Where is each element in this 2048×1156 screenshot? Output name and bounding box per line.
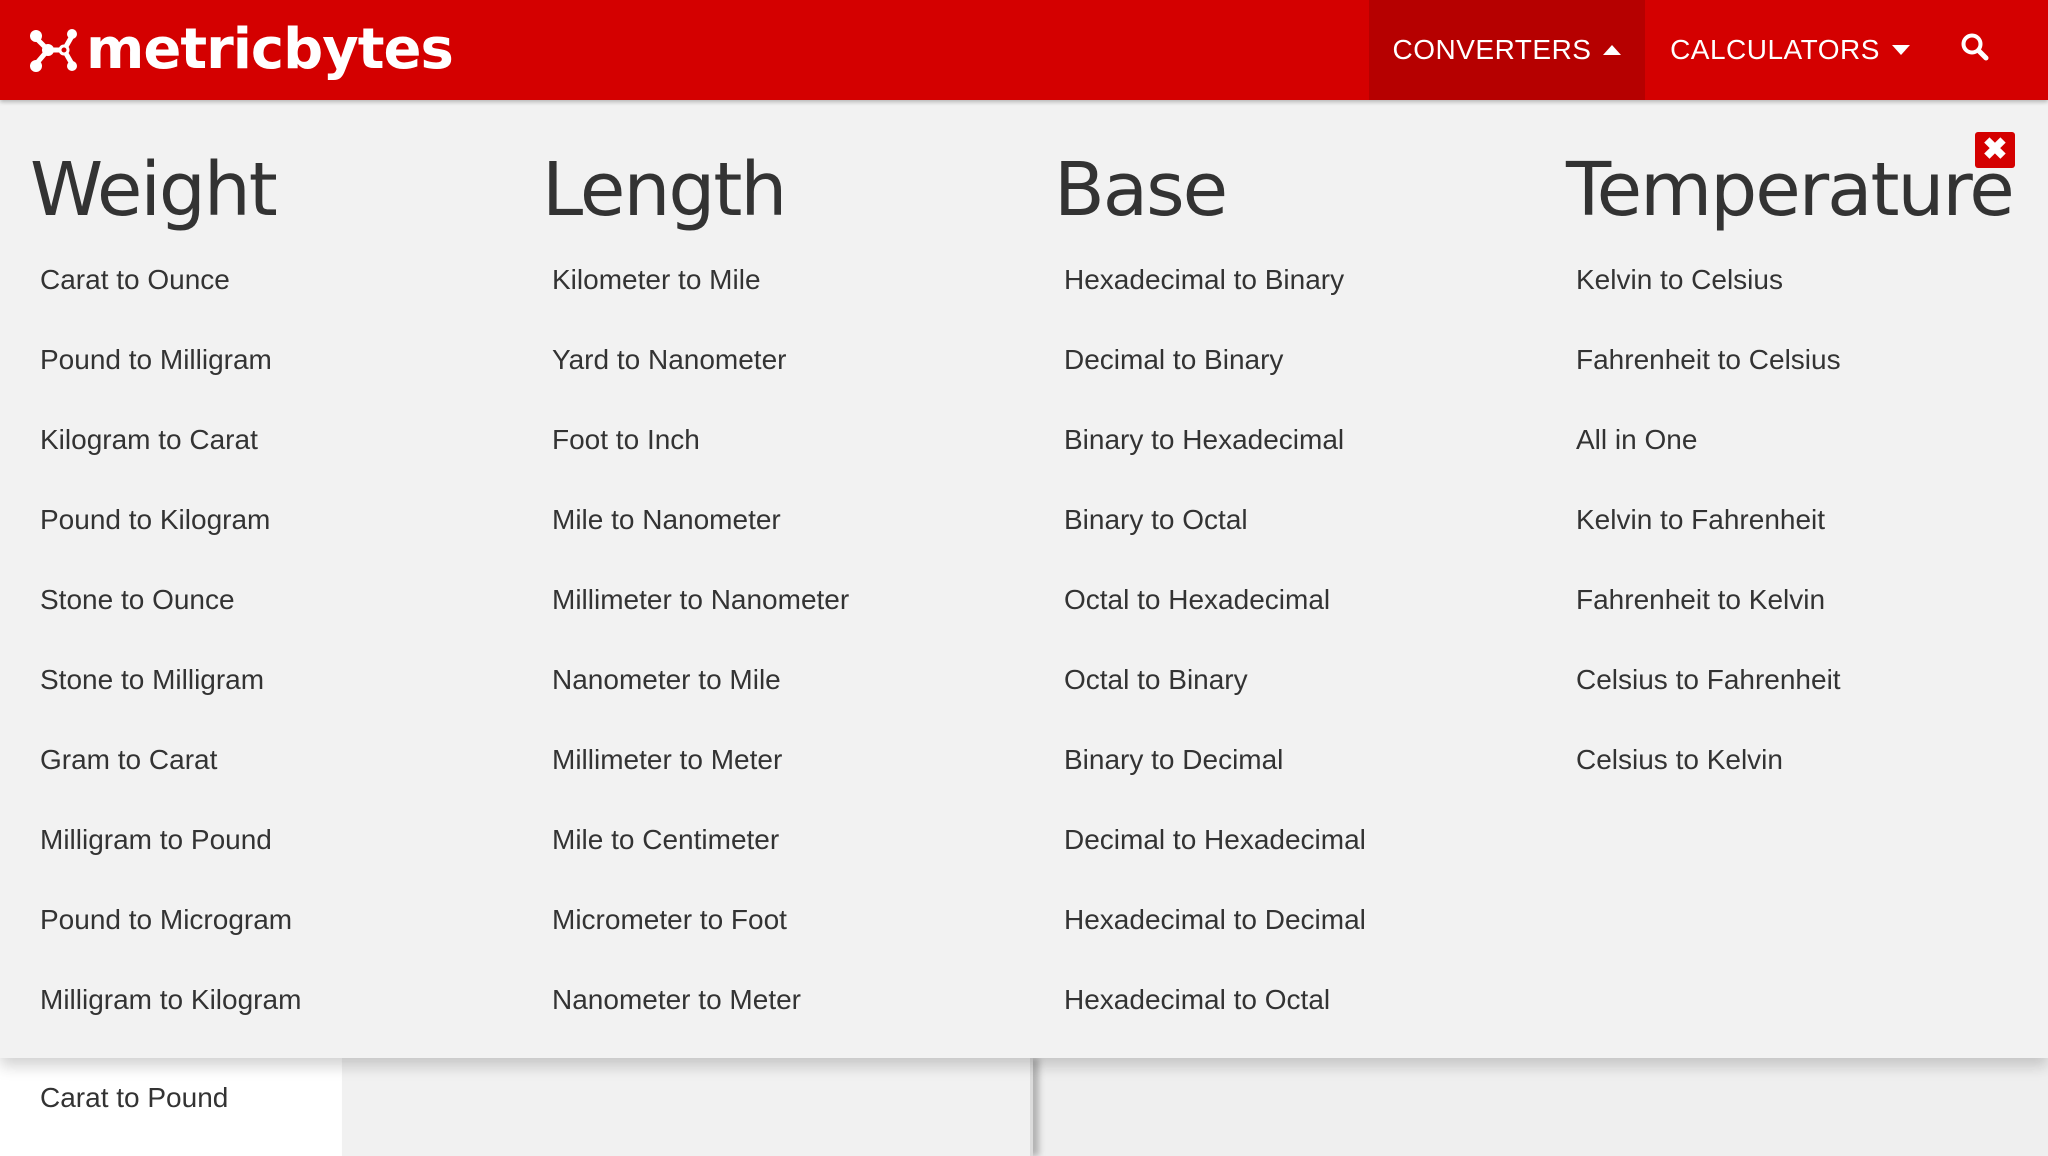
menu-link[interactable]: Milligram to Kilogram — [40, 960, 540, 1040]
weight-links: Carat to Ounce Pound to Milligram Kilogr… — [40, 240, 540, 1040]
menu-link[interactable]: Celsius to Kelvin — [1576, 720, 2048, 800]
weight-column: Weight Carat to Ounce Pound to Milligram… — [30, 140, 540, 1040]
menu-link[interactable]: Pound to Kilogram — [40, 480, 540, 560]
menu-link[interactable]: Milligram to Pound — [40, 800, 540, 880]
menu-link[interactable]: Yard to Nanometer — [552, 320, 1052, 400]
menu-link[interactable]: All in One — [1576, 400, 2048, 480]
menu-link[interactable]: Millimeter to Meter — [552, 720, 1052, 800]
menu-link[interactable]: Gram to Carat — [40, 720, 540, 800]
logo-text: metricbytes — [86, 17, 454, 82]
menu-link[interactable]: Octal to Hexadecimal — [1064, 560, 1564, 640]
converters-mega-menu: ✖ Weight Carat to Ounce Pound to Milligr… — [0, 100, 2048, 1058]
menu-link[interactable]: Micrometer to Foot — [552, 880, 1052, 960]
column-title-length: Length — [542, 147, 787, 233]
column-title-temperature: Temperature — [1566, 147, 2015, 233]
menu-link[interactable]: Stone to Milligram — [40, 640, 540, 720]
top-navigation-bar: metricbytes CONVERTERS CALCULATORS — [0, 0, 2048, 100]
search-icon — [1960, 32, 1990, 69]
menu-link[interactable]: Kilometer to Mile — [552, 240, 1052, 320]
menu-link[interactable]: Binary to Decimal — [1064, 720, 1564, 800]
column-title-base: Base — [1054, 147, 1228, 233]
menu-link[interactable]: Binary to Octal — [1064, 480, 1564, 560]
menu-link[interactable]: Fahrenheit to Celsius — [1576, 320, 2048, 400]
menu-link[interactable]: Mile to Nanometer — [552, 480, 1052, 560]
menu-link[interactable]: Decimal to Hexadecimal — [1064, 800, 1564, 880]
menu-link[interactable]: Kelvin to Celsius — [1576, 240, 2048, 320]
menu-link[interactable]: Stone to Ounce — [40, 560, 540, 640]
menu-link[interactable]: Hexadecimal to Binary — [1064, 240, 1564, 320]
menu-link[interactable]: Mile to Centimeter — [552, 800, 1052, 880]
search-button[interactable] — [1940, 0, 2010, 100]
site-logo[interactable]: metricbytes — [28, 14, 454, 86]
menu-link[interactable]: Celsius to Fahrenheit — [1576, 640, 2048, 720]
column-title-weight: Weight — [30, 147, 278, 233]
calculators-label: CALCULATORS — [1670, 34, 1880, 65]
menu-link[interactable]: Nanometer to Mile — [552, 640, 1052, 720]
menu-link[interactable]: Binary to Hexadecimal — [1064, 400, 1564, 480]
menu-link[interactable]: Decimal to Binary — [1064, 320, 1564, 400]
converters-label: CONVERTERS — [1392, 34, 1592, 65]
menu-link[interactable]: Nanometer to Meter — [552, 960, 1052, 1040]
length-column: Length Kilometer to Mile Yard to Nanomet… — [542, 140, 1052, 1040]
menu-link[interactable]: Carat to Ounce — [40, 240, 540, 320]
page-content-below-menu: Carat to Pound — [0, 1058, 2048, 1156]
content-card — [342, 1058, 1033, 1156]
base-column: Base Hexadecimal to Binary Decimal to Bi… — [1054, 140, 1564, 1040]
menu-link[interactable]: Kilogram to Carat — [40, 400, 540, 480]
caret-down-icon — [1891, 45, 1910, 55]
base-links: Hexadecimal to Binary Decimal to Binary … — [1064, 240, 1564, 1040]
menu-link[interactable]: Fahrenheit to Kelvin — [1576, 560, 2048, 640]
sidebar-link[interactable]: Carat to Pound — [40, 1058, 228, 1138]
sidebar-list: Carat to Pound — [0, 1058, 342, 1156]
menu-link[interactable]: Kelvin to Fahrenheit — [1576, 480, 2048, 560]
menu-link[interactable]: Hexadecimal to Octal — [1064, 960, 1564, 1040]
temperature-links: Kelvin to Celsius Fahrenheit to Celsius … — [1576, 240, 2048, 800]
calculators-menu-button[interactable]: CALCULATORS — [1645, 0, 1935, 100]
menu-link[interactable]: Pound to Milligram — [40, 320, 540, 400]
length-links: Kilometer to Mile Yard to Nanometer Foot… — [552, 240, 1052, 1040]
caret-up-icon — [1603, 45, 1622, 55]
converters-menu-button[interactable]: CONVERTERS — [1369, 0, 1645, 100]
menu-link[interactable]: Hexadecimal to Decimal — [1064, 880, 1564, 960]
menu-link[interactable]: Foot to Inch — [552, 400, 1052, 480]
menu-link[interactable]: Pound to Microgram — [40, 880, 540, 960]
molecule-icon — [28, 22, 78, 78]
menu-link[interactable]: Octal to Binary — [1064, 640, 1564, 720]
menu-link[interactable]: Millimeter to Nanometer — [552, 560, 1052, 640]
temperature-column: Temperature Kelvin to Celsius Fahrenheit… — [1566, 140, 2048, 800]
